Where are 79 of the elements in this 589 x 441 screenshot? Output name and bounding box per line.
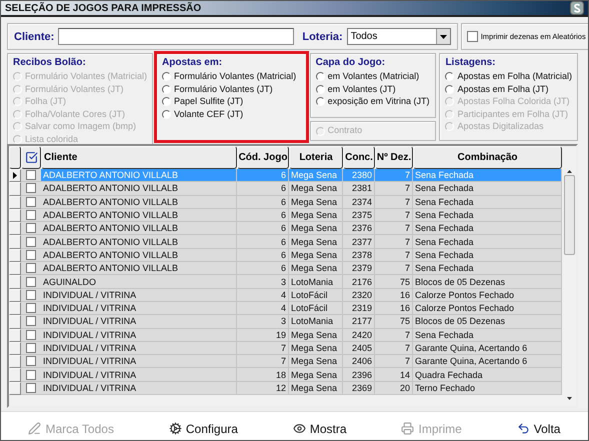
table-row[interactable]: INDIVIDUAL / VITRINA 7 Mega Sena 2406 7 Garante Quina, Acertando 6 bbox=[9, 355, 562, 368]
pencil-icon bbox=[28, 422, 42, 435]
group-title: Apostas em: bbox=[162, 57, 224, 68]
table-cell: Mega Sena bbox=[289, 382, 343, 396]
table-cell: Terno Fechado bbox=[413, 382, 562, 396]
undo-arrow-icon bbox=[516, 422, 530, 435]
row-checkbox[interactable] bbox=[26, 370, 36, 380]
row-pointer-icon bbox=[13, 172, 17, 180]
radio-option[interactable]: Apostas em Folha (JT) bbox=[445, 84, 572, 95]
group-title: Recibos Bolão: bbox=[13, 57, 87, 68]
table-row[interactable]: INDIVIDUAL / VITRINA 18 Mega Sena 2396 14 Quadra Fechada bbox=[9, 368, 562, 382]
row-checkbox[interactable] bbox=[26, 276, 36, 287]
table-row[interactable]: ADALBERTO ANTONIO VILLALB 6 Mega Sena 2375 7 Sena Fechada bbox=[9, 208, 562, 222]
table-row[interactable]: ADALBERTO ANTONIO VILLALB 6 Mega Sena 2377 7 Sena Fechada bbox=[9, 235, 562, 249]
row-checkbox[interactable] bbox=[26, 263, 36, 274]
row-checkbox[interactable] bbox=[26, 196, 36, 207]
table-row[interactable]: INDIVIDUAL / VITRINA 12 Mega Sena 2369 20 Terno Fechado bbox=[9, 382, 562, 396]
table-row[interactable]: INDIVIDUAL / VITRINA 4 LotoFácil 2320 16 Calorze Pontos Fechado bbox=[9, 288, 562, 302]
table-cell: INDIVIDUAL / VITRINA bbox=[41, 382, 237, 396]
radio-option[interactable]: em Volantes (JT) bbox=[316, 84, 430, 95]
toolbar-button[interactable]: Mostra bbox=[288, 420, 351, 438]
row-checkbox[interactable] bbox=[26, 183, 36, 194]
table-row[interactable]: INDIVIDUAL / VITRINA 19 Mega Sena 2420 7 Sena Fechada bbox=[9, 328, 562, 342]
table-row[interactable]: ADALBERTO ANTONIO VILLALB 6 Mega Sena 2378 7 Sena Fechada bbox=[9, 248, 562, 262]
radio-option[interactable]: Volante CEF (JT) bbox=[162, 108, 301, 120]
column-header[interactable]: Cód. Jogo bbox=[237, 146, 289, 169]
client-label: Cliente: bbox=[14, 30, 54, 42]
row-checkbox[interactable] bbox=[26, 316, 36, 326]
table-row[interactable]: AGUINALDO 3 LotoMania 2176 75 Blocos de 05 Dezenas bbox=[9, 275, 562, 289]
check-all-icon[interactable] bbox=[24, 151, 38, 164]
radio-option[interactable]: Formulário Volantes (JT) bbox=[162, 84, 301, 95]
table-row[interactable]: INDIVIDUAL / VITRINA 4 LotoFácil 2319 16 Calorze Pontos Fechado bbox=[9, 302, 562, 316]
lottery-dropdown[interactable]: Todos bbox=[346, 28, 451, 45]
group-title: Listagens: bbox=[445, 57, 496, 68]
row-checkbox[interactable] bbox=[26, 382, 36, 393]
table-cell: 2369 bbox=[343, 382, 375, 396]
skin-icon[interactable] bbox=[570, 1, 584, 15]
printer-icon bbox=[401, 422, 414, 435]
column-header[interactable]: Conc. bbox=[343, 146, 375, 169]
row-checkbox[interactable] bbox=[26, 223, 36, 234]
column-header[interactable]: Combinação bbox=[413, 146, 562, 169]
scroll-up-icon[interactable] bbox=[566, 170, 572, 173]
toolbar-button[interactable]: Configura bbox=[164, 420, 242, 438]
row-checkbox[interactable] bbox=[26, 330, 36, 340]
column-header[interactable]: Loteria bbox=[289, 146, 343, 169]
radio-option[interactable]: Papel Sulfite (JT) bbox=[162, 96, 301, 108]
radio-option[interactable]: Formulário Volantes (Matricial) bbox=[162, 71, 301, 82]
toolbar-button[interactable]: Volta bbox=[512, 420, 564, 438]
table-row[interactable]: ADALBERTO ANTONIO VILLALB 6 Mega Sena 2379 7 Sena Fechada bbox=[9, 262, 562, 276]
table-cell: 12 bbox=[237, 382, 289, 396]
lottery-label: Loteria: bbox=[302, 30, 343, 42]
row-checkbox[interactable] bbox=[26, 303, 36, 314]
row-checkbox[interactable] bbox=[26, 290, 36, 300]
table-row[interactable]: ADALBERTO ANTONIO VILLALB 6 Mega Sena 2376 7 Sena Fechada bbox=[9, 222, 562, 236]
table-row[interactable]: ADALBERTO ANTONIO VILLALB 6 Mega Sena 2381 7 Sena Fechada bbox=[9, 182, 562, 196]
radio-option[interactable]: em Volantes (Matricial) bbox=[316, 71, 430, 82]
radio-option[interactable]: exposição em Vitrina (JT) bbox=[316, 96, 430, 108]
scroll-down-icon[interactable] bbox=[566, 397, 572, 400]
radio-option[interactable]: Apostas em Folha (Matricial) bbox=[445, 71, 572, 82]
checkbox[interactable] bbox=[466, 31, 478, 42]
client-field[interactable] bbox=[58, 28, 294, 45]
row-checkbox[interactable] bbox=[26, 170, 36, 180]
table-row[interactable]: ADALBERTO ANTONIO VILLALB 6 Mega Sena 2374 7 Sena Fechada bbox=[9, 196, 562, 209]
table-cell: 20 bbox=[375, 382, 413, 396]
dropdown-arrow-icon bbox=[440, 34, 447, 38]
window-title: SELEÇÃO DE JOGOS PARA IMPRESSÃO bbox=[5, 2, 202, 14]
table-row[interactable]: INDIVIDUAL / VITRINA 7 Mega Sena 2405 7 Garante Quina, Acertando 6 bbox=[9, 342, 562, 356]
group-title: Capa do Jogo: bbox=[316, 57, 386, 68]
row-checkbox[interactable] bbox=[26, 210, 36, 220]
table-row[interactable]: INDIVIDUAL / VITRINA 3 LotoMania 2177 75 Blocos de 05 Dezenas bbox=[9, 315, 562, 329]
row-checkbox[interactable] bbox=[26, 236, 36, 247]
scroll-thumb[interactable] bbox=[564, 175, 574, 255]
column-header[interactable]: Cliente bbox=[41, 146, 237, 169]
row-checkbox[interactable] bbox=[26, 356, 36, 366]
gear-icon bbox=[168, 422, 182, 435]
eye-icon bbox=[292, 422, 306, 435]
row-checkbox[interactable] bbox=[26, 250, 36, 260]
column-header[interactable]: Nº Dez. bbox=[375, 146, 413, 169]
row-checkbox[interactable] bbox=[26, 343, 36, 353]
